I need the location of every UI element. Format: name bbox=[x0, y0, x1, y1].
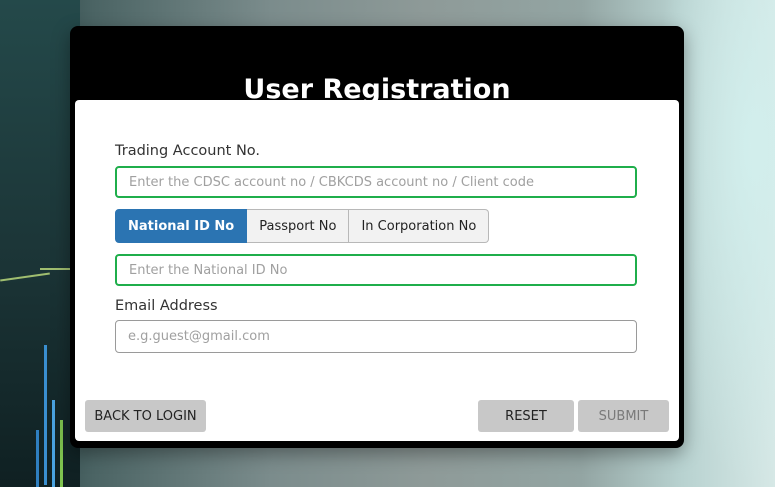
email-input[interactable] bbox=[115, 320, 637, 353]
background-candle bbox=[36, 430, 39, 487]
registration-modal: User Registration Trading Account No. Na… bbox=[70, 26, 684, 448]
national-id-input[interactable] bbox=[115, 254, 637, 286]
background-chart bbox=[0, 0, 80, 487]
trading-account-input[interactable] bbox=[115, 166, 637, 198]
submit-button[interactable]: SUBMIT bbox=[578, 400, 669, 432]
background-candle bbox=[52, 400, 55, 487]
back-to-login-button[interactable]: BACK TO LOGIN bbox=[85, 400, 206, 432]
tab-incorporation[interactable]: In Corporation No bbox=[349, 209, 490, 243]
tab-passport[interactable]: Passport No bbox=[247, 209, 350, 243]
registration-form: Trading Account No. National ID No Passp… bbox=[75, 100, 679, 441]
reset-button[interactable]: RESET bbox=[478, 400, 574, 432]
trading-account-label: Trading Account No. bbox=[115, 143, 261, 159]
tab-national-id[interactable]: National ID No bbox=[115, 209, 248, 243]
id-type-tabs: National ID No Passport No In Corporatio… bbox=[115, 209, 490, 243]
background-candle bbox=[44, 345, 47, 485]
background-candle bbox=[60, 420, 63, 487]
email-label: Email Address bbox=[115, 298, 218, 314]
